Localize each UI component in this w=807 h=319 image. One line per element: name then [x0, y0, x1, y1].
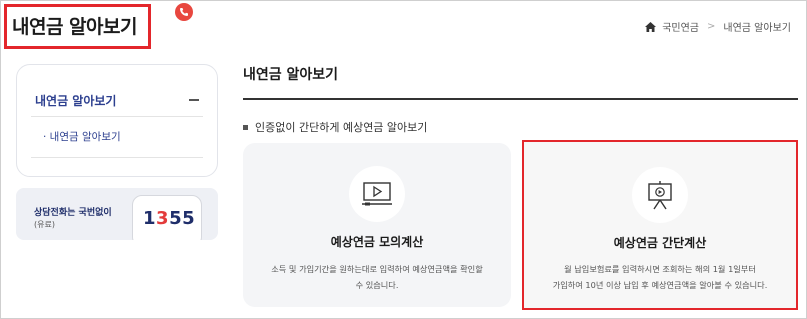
divider: [31, 157, 203, 158]
mock-calculation-card[interactable]: 예상연금 모의계산 소득 및 가입기간을 원하는대로 입력하여 예상연금액을 확…: [243, 143, 511, 307]
card-title: 예상연금 모의계산: [330, 235, 424, 249]
monitor-play-icon: [349, 166, 405, 222]
collapse-icon[interactable]: [189, 99, 199, 101]
call-number: 1355: [143, 208, 196, 229]
breadcrumb-item-current[interactable]: 내연금 알아보기: [723, 19, 791, 34]
card-description: 소득 및 가입기간을 원하는대로 입력하여 예상연금액을 확인할 수 있습니다.: [271, 264, 483, 290]
call-center-banner: 상담전화는 국번없이 (유료) 1355: [16, 188, 218, 240]
home-icon[interactable]: [645, 21, 657, 32]
card-description: 월 납입보험료를 입력하시면 조회하는 해의 1월 1일부터 가입하여 10년 …: [552, 264, 768, 290]
chevron-right-icon: >: [707, 21, 716, 32]
presentation-board-icon: [632, 167, 688, 223]
phone-icon: [175, 3, 193, 21]
breadcrumb: 국민연금 > 내연금 알아보기: [645, 19, 791, 34]
sidebar-menu: 내연금 알아보기 · 내연금 알아보기: [16, 64, 218, 177]
page-title: 내연금 알아보기: [12, 16, 137, 38]
call-banner-title: 상담전화는 국번없이: [34, 208, 112, 218]
bullet-icon: [243, 124, 248, 130]
intro-label: 인증없이 간단하게 예상연금 알아보기: [255, 121, 428, 134]
divider: [31, 116, 203, 117]
sidebar-item-pension-lookup[interactable]: · 내연금 알아보기: [43, 129, 121, 144]
breadcrumb-item-pension[interactable]: 국민연금: [662, 19, 699, 34]
title-divider: [243, 98, 798, 100]
intro-text: 인증없이 간단하게 예상연금 알아보기: [243, 119, 427, 135]
main-section-title: 내연금 알아보기: [243, 67, 339, 83]
call-banner-fee-note: (유료): [34, 220, 55, 229]
sidebar-menu-title[interactable]: 내연금 알아보기: [35, 92, 116, 109]
simple-calculation-card[interactable]: 예상연금 간단계산 월 납입보험료를 입력하시면 조회하는 해의 1월 1일부터…: [522, 140, 798, 310]
card-title: 예상연금 간단계산: [613, 236, 707, 250]
